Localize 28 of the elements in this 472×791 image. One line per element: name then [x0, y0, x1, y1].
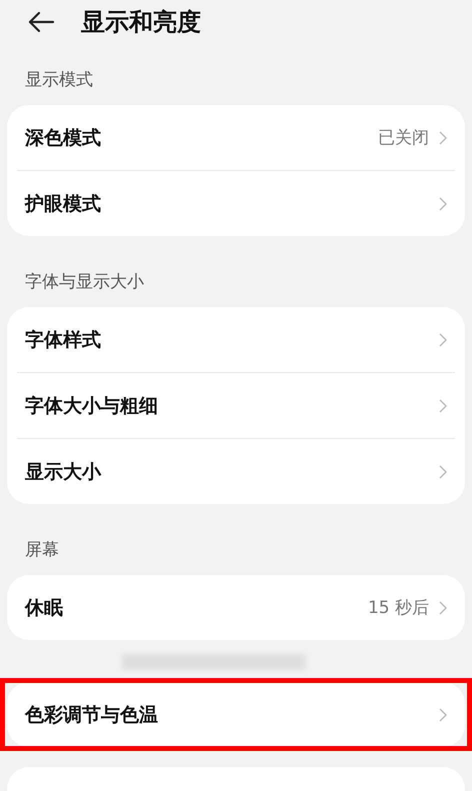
- section-label: 字体与显示大小: [24, 271, 145, 294]
- row-value: 15 秒后: [368, 597, 429, 619]
- settings-row[interactable]: 字体大小与粗细: [17, 373, 455, 439]
- row-title: 休眠: [25, 596, 64, 620]
- back-arrow-icon[interactable]: [27, 10, 55, 34]
- row-title: 深色模式: [25, 126, 102, 150]
- page-title: 显示和亮度: [81, 7, 201, 38]
- row-title: 护眼模式: [25, 192, 102, 216]
- chevron-icon: [439, 332, 447, 346]
- chevron-icon: [439, 600, 447, 614]
- row-title: 显示大小: [25, 460, 102, 484]
- settings-row[interactable]: 深色模式 已关闭: [17, 105, 455, 171]
- row-title: 字体样式: [25, 328, 102, 352]
- settings-row[interactable]: 显示大小: [17, 439, 455, 504]
- section-label: 显示模式: [24, 69, 94, 92]
- chevron-icon: [439, 130, 447, 144]
- row-title: 字体大小与粗细: [25, 394, 159, 418]
- settings-row[interactable]: 休眠 15 秒后: [17, 575, 455, 640]
- chevron-icon: [439, 708, 447, 722]
- settings-row[interactable]: 字体样式: [17, 307, 455, 373]
- section-label: 屏幕: [24, 539, 60, 562]
- settings-row[interactable]: 色彩调节与色温: [4, 682, 468, 747]
- row-value: 已关闭: [378, 127, 429, 149]
- chevron-icon: [439, 196, 447, 210]
- chevron-icon: [439, 398, 447, 412]
- chevron-icon: [439, 464, 447, 478]
- settings-row[interactable]: 护眼模式: [17, 171, 455, 236]
- row-title: 色彩调节与色温: [25, 702, 159, 728]
